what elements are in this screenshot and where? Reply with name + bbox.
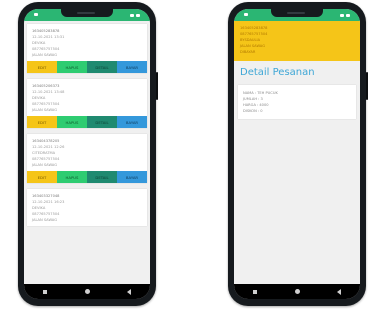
delete-button[interactable]: HAPUS [57,116,87,128]
status-right-icons [130,13,140,17]
pay-button[interactable]: BAYAR [117,61,147,73]
order-address: JALAN SAWAG [32,218,57,222]
order-address: JALAN SAWAG [32,108,57,112]
order-address: JALAN SAWAG [32,163,57,167]
detail-button[interactable]: DETAIL [87,171,117,183]
recents-button[interactable] [250,287,260,297]
order-card[interactable]: 163404378205 12-10-2021 12:26 CITEDRATMA… [27,134,147,183]
home-button[interactable] [82,287,92,297]
square-icon [43,289,47,294]
edit-button[interactable]: EDIT [27,116,57,128]
system-nav-bar [234,284,360,299]
signal-icon [130,13,134,17]
pay-button[interactable]: BAYAR [117,171,147,183]
circle-icon [84,289,90,294]
battery-icon [136,13,140,17]
delete-button[interactable]: HAPUS [57,171,87,183]
order-info: 163404378205 12-10-2021 12:26 CITEDRATMA… [27,134,147,171]
back-triangle-icon [337,288,341,295]
edit-button[interactable]: EDIT [27,171,57,183]
order-info: 163405206373 12-10-2021 13:48 DEVIKA 087… [27,79,147,116]
phone-left: 163405283878 12-10-2021 13:31 DEVIKA 087… [18,2,158,306]
order-status: DIBAYAR [240,50,256,54]
item-discount: DISKON : 0 [243,109,263,113]
order-item-card: NAMA : TEH PUCUK JUMLAH : 3 HARGA : 4000… [238,85,356,119]
signal-icon [340,13,344,17]
camera-notch [271,9,323,17]
back-button[interactable] [124,287,134,297]
status-left-icon [34,12,38,18]
battery-icon [346,13,350,17]
order-action-row: EDIT HAPUS DETAIL BAYAR [27,116,147,128]
square-icon [253,289,257,294]
order-summary-header: 163405283878 087765757504 BYSDAULIA JALA… [234,21,360,61]
order-card[interactable]: 163405206373 12-10-2021 13:48 DEVIKA 087… [27,79,147,128]
back-button[interactable] [334,287,344,297]
phone-right: 163405283878 087765757504 BYSDAULIA JALA… [228,2,368,306]
order-info: 163403327048 12-10-2021 16:23 DEVIKA 087… [27,189,147,226]
order-action-row: EDIT HAPUS DETAIL BAYAR [27,171,147,183]
order-card[interactable]: 163403327048 12-10-2021 16:23 DEVIKA 087… [27,189,147,226]
page-title: Detail Pesanan [240,67,315,78]
recents-button[interactable] [40,287,50,297]
order-detail-screen: 163405283878 087765757504 BYSDAULIA JALA… [234,9,360,299]
order-address: JALAN SAWAG [32,53,57,57]
delete-button[interactable]: HAPUS [57,61,87,73]
back-triangle-icon [127,288,131,295]
order-card[interactable]: 163405283878 12-10-2021 13:31 DEVIKA 087… [27,24,147,73]
camera-notch [61,9,113,17]
order-list: 163405283878 12-10-2021 13:31 DEVIKA 087… [24,21,150,226]
detail-button[interactable]: DETAIL [87,61,117,73]
detail-button[interactable]: DETAIL [87,116,117,128]
edit-button[interactable]: EDIT [27,61,57,73]
circle-icon [294,289,300,294]
status-left-icon [244,12,248,18]
system-nav-bar [24,284,150,299]
home-button[interactable] [292,287,302,297]
status-right-icons [340,13,350,17]
pay-button[interactable]: BAYAR [117,116,147,128]
order-action-row: EDIT HAPUS DETAIL BAYAR [27,61,147,73]
order-list-screen: 163405283878 12-10-2021 13:31 DEVIKA 087… [24,9,150,299]
order-info: 163405283878 12-10-2021 13:31 DEVIKA 087… [27,24,147,61]
